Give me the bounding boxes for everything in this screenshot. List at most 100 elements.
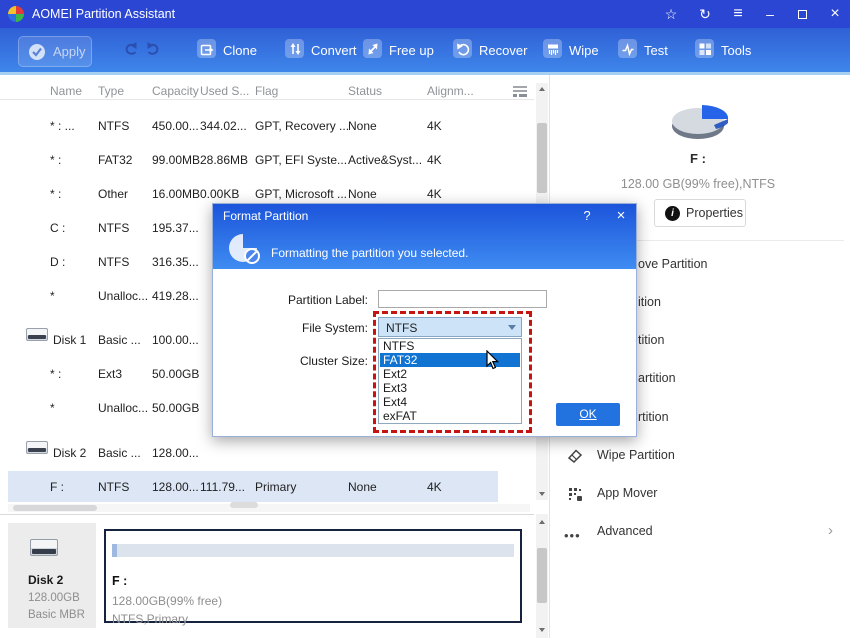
menu-icon[interactable]: ≡ — [725, 0, 751, 28]
file-system-label: File System: — [233, 321, 368, 335]
disk-icon — [30, 539, 58, 556]
disk-summary-block[interactable]: Disk 2 128.00GB Basic MBR — [8, 523, 96, 628]
scroll-down-button[interactable] — [536, 488, 548, 500]
used-space-segment — [112, 544, 117, 557]
panel-item-partial[interactable]: ove Partition — [638, 257, 707, 271]
scroll-up-button[interactable] — [536, 83, 548, 95]
partition-filesystem: NTFS,Primary — [112, 612, 188, 626]
partition-block-selected[interactable]: F : 128.00GB(99% free) NTFS,Primary — [104, 529, 522, 623]
selected-partition-name: F : — [550, 151, 846, 166]
dialog-title: Format Partition — [223, 209, 308, 223]
tools-icon — [695, 39, 714, 58]
table-row[interactable]: * : ...NTFS450.00...344.02...GPT, Recove… — [0, 114, 534, 138]
partition-info: 128.00GB(99% free) — [112, 594, 222, 608]
app-logo-icon — [8, 6, 24, 22]
partition-pie-chart — [668, 96, 730, 148]
apply-check-icon — [27, 42, 47, 62]
col-header-type[interactable]: Type — [98, 84, 124, 98]
disk-type: Basic MBR — [28, 609, 85, 621]
favorite-star-icon[interactable]: ☆ — [658, 0, 684, 28]
window-title: AOMEI Partition Assistant — [32, 7, 175, 21]
ok-button[interactable]: OK — [556, 403, 620, 426]
undo-button[interactable] — [120, 40, 140, 58]
disk-capacity: 128.00GB — [28, 592, 80, 604]
redo-button[interactable] — [144, 40, 164, 58]
file-system-dropdown[interactable]: NTFS — [378, 317, 522, 337]
clone-icon — [197, 39, 216, 58]
properties-button[interactable]: i Properties — [654, 199, 746, 227]
file-system-value: NTFS — [386, 321, 417, 335]
disk-icon — [26, 328, 48, 341]
chevron-down-icon — [508, 325, 516, 330]
col-header-align[interactable]: Alignm... — [427, 84, 474, 98]
menu-item-advanced[interactable]: ••• Advanced › — [550, 520, 850, 544]
tools-button[interactable]: Tools — [695, 34, 767, 66]
option-ext3[interactable]: Ext3 — [380, 381, 520, 395]
panel-item-partial[interactable]: artition — [638, 371, 676, 385]
app-window: AOMEI Partition Assistant ☆ ↻ ≡ – × Appl… — [0, 0, 850, 638]
selected-partition-info: 128.00 GB(99% free),NTFS — [550, 177, 846, 191]
splitter-handle[interactable] — [230, 502, 258, 508]
info-icon: i — [665, 206, 680, 221]
scroll-down-button[interactable] — [536, 624, 548, 636]
panel-item-partial[interactable]: rtition — [638, 410, 669, 424]
wipe-button[interactable]: Wipe — [543, 34, 613, 66]
maximize-icon — [798, 10, 807, 19]
wipe-icon — [543, 39, 562, 58]
col-header-status[interactable]: Status — [348, 84, 382, 98]
close-button[interactable]: × — [822, 0, 848, 28]
horizontal-scrollbar[interactable] — [8, 504, 530, 512]
app-mover-icon — [566, 485, 584, 503]
dialog-header: Format Partition ? × Formatting the part… — [213, 204, 636, 269]
mouse-cursor — [485, 350, 501, 372]
scrollbar-thumb[interactable] — [13, 505, 97, 511]
partition-label-label: Partition Label: — [233, 293, 368, 307]
maximize-button[interactable] — [790, 0, 816, 28]
title-bar: AOMEI Partition Assistant ☆ ↻ ≡ – × — [0, 0, 850, 28]
minimize-button[interactable]: – — [757, 0, 783, 28]
format-pie-icon — [227, 231, 263, 267]
partition-label-input[interactable] — [378, 290, 547, 308]
bottom-scrollbar[interactable] — [536, 514, 548, 638]
disk-icon — [26, 441, 48, 454]
menu-item-app-mover[interactable]: App Mover — [550, 482, 850, 506]
recover-button[interactable]: Recover — [453, 34, 545, 66]
table-row[interactable]: * :FAT3299.00MB28.86MBGPT, EFI Syste...A… — [0, 148, 534, 172]
option-exfat[interactable]: exFAT — [380, 409, 520, 423]
option-ext4[interactable]: Ext4 — [380, 395, 520, 409]
table-row-disk[interactable]: Disk 2Basic ...128.00... — [0, 441, 534, 465]
panel-item-partial[interactable]: tition — [638, 333, 664, 347]
chevron-right-icon: › — [828, 522, 833, 539]
table-row-selected[interactable]: F :NTFS128.00...111.79...PrimaryNone4K — [0, 475, 534, 499]
col-header-used[interactable]: Used S... — [200, 84, 249, 98]
dialog-help-button[interactable]: ? — [579, 208, 595, 223]
col-header-flag[interactable]: Flag — [255, 84, 278, 98]
ellipsis-icon: ••• — [564, 528, 581, 543]
disk-map-panel: Disk 2 128.00GB Basic MBR F : 128.00GB(9… — [0, 514, 534, 638]
scrollbar-thumb[interactable] — [537, 548, 547, 603]
dialog-close-button[interactable]: × — [613, 207, 629, 224]
convert-icon — [285, 39, 304, 58]
recover-icon — [453, 39, 472, 58]
free-up-icon — [363, 39, 382, 58]
scroll-up-button[interactable] — [536, 516, 548, 528]
toolbar: Apply Clone Convert Free up — [0, 28, 850, 72]
partition-usage-bar — [112, 544, 514, 557]
column-settings-icon[interactable] — [511, 84, 529, 98]
clone-button[interactable]: Clone — [197, 34, 281, 66]
test-button[interactable]: Test — [618, 34, 684, 66]
scrollbar-thumb[interactable] — [537, 123, 547, 193]
eraser-icon — [566, 447, 584, 465]
col-header-name[interactable]: Name — [50, 84, 82, 98]
test-icon — [618, 39, 637, 58]
free-up-button[interactable]: Free up — [363, 34, 453, 66]
col-header-capacity[interactable]: Capacity — [152, 84, 199, 98]
header-divider — [0, 99, 534, 100]
cluster-size-label: Cluster Size: — [233, 354, 368, 368]
refresh-icon[interactable]: ↻ — [692, 0, 718, 28]
menu-item-wipe-partition[interactable]: Wipe Partition — [550, 444, 850, 468]
apply-button[interactable]: Apply — [18, 36, 92, 67]
dialog-message: Formatting the partition you selected. — [271, 246, 468, 260]
panel-item-partial[interactable]: ition — [638, 295, 661, 309]
disk-name: Disk 2 — [28, 573, 63, 587]
